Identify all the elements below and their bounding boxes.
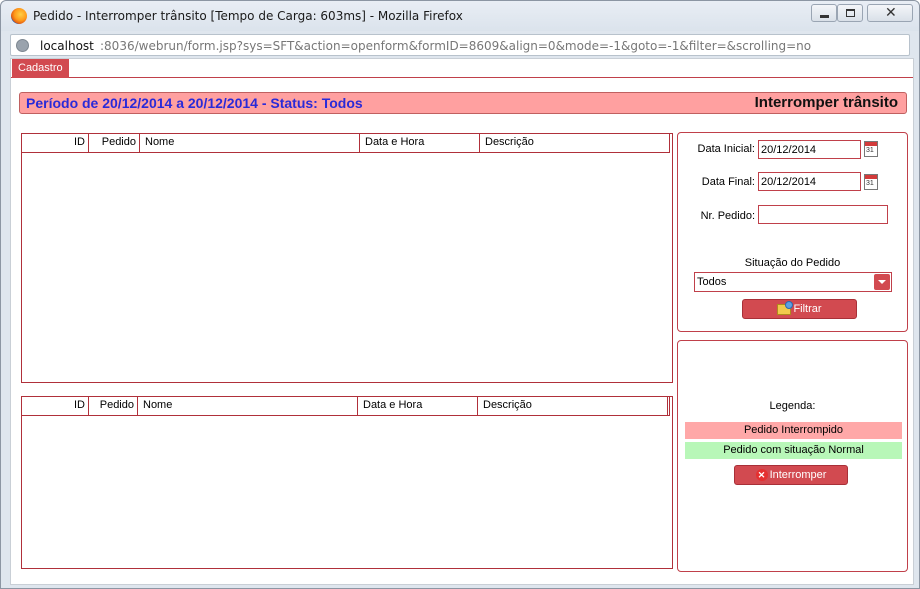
calendar-icon[interactable]: 31 bbox=[864, 174, 878, 190]
situacao-selected-value: Todos bbox=[697, 276, 727, 288]
minimize-button[interactable] bbox=[811, 4, 837, 22]
grid-header: ID Pedido Nome Data e Hora Descrição bbox=[22, 397, 670, 416]
close-icon: ✕ bbox=[885, 5, 897, 21]
close-button[interactable]: ✕ bbox=[867, 4, 913, 22]
column-nome[interactable]: Nome bbox=[138, 397, 358, 415]
interromper-label: Interromper bbox=[769, 469, 827, 481]
column-pedido[interactable]: Pedido bbox=[89, 134, 140, 152]
title-bar: Pedido - Interromper trânsito [Tempo de … bbox=[1, 1, 919, 31]
orders-grid-top[interactable]: ID Pedido Nome Data e Hora Descrição bbox=[21, 133, 673, 383]
column-nome[interactable]: Nome bbox=[140, 134, 360, 152]
column-data-hora[interactable]: Data e Hora bbox=[358, 397, 478, 415]
url-host: localhost bbox=[40, 39, 94, 53]
situacao-select[interactable]: Todos bbox=[694, 272, 892, 292]
period-status-text: Período de 20/12/2014 a 20/12/2014 - Sta… bbox=[26, 95, 363, 111]
column-id[interactable]: ID bbox=[22, 134, 89, 152]
column-descricao[interactable]: Descrição bbox=[480, 134, 670, 152]
orders-grid-bottom[interactable]: ID Pedido Nome Data e Hora Descrição bbox=[21, 396, 673, 569]
data-final-field[interactable] bbox=[758, 172, 861, 191]
column-descricao[interactable]: Descrição bbox=[478, 397, 668, 415]
interromper-button[interactable]: ✕ Interromper bbox=[734, 465, 848, 485]
legend-interrompido: Pedido Interrompido bbox=[685, 422, 902, 439]
data-inicial-label: Data Inicial: bbox=[697, 143, 755, 155]
filter-panel: Data Inicial: 31 Data Final: 31 Nr. Pedi… bbox=[677, 132, 908, 332]
legend-normal: Pedido com situação Normal bbox=[685, 442, 902, 459]
column-data-hora[interactable]: Data e Hora bbox=[360, 134, 480, 152]
legend-title: Legenda: bbox=[769, 400, 816, 412]
legend-panel: Legenda: Pedido Interrompido Pedido com … bbox=[677, 340, 908, 572]
minimize-icon bbox=[820, 15, 829, 18]
grid-header: ID Pedido Nome Data e Hora Descrição bbox=[22, 134, 670, 153]
tab-strip: Cadastro bbox=[11, 59, 913, 78]
url-path: :8036/webrun/form.jsp?sys=SFT&action=ope… bbox=[100, 39, 812, 53]
firefox-icon bbox=[11, 8, 27, 24]
page-title: Interromper trânsito bbox=[754, 94, 898, 111]
calendar-icon[interactable]: 31 bbox=[864, 141, 878, 157]
maximize-button[interactable] bbox=[837, 4, 863, 22]
nr-pedido-field[interactable] bbox=[758, 205, 888, 224]
address-bar[interactable]: localhost :8036/webrun/form.jsp?sys=SFT&… bbox=[10, 34, 910, 56]
data-final-label: Data Final: bbox=[701, 176, 755, 188]
chevron-down-icon[interactable] bbox=[874, 274, 890, 290]
folder-search-icon bbox=[777, 300, 794, 315]
x-circle-icon: ✕ bbox=[755, 469, 768, 482]
window-title: Pedido - Interromper trânsito [Tempo de … bbox=[33, 9, 463, 23]
filtrar-button[interactable]: Filtrar bbox=[742, 299, 857, 319]
maximize-icon bbox=[846, 9, 855, 17]
filtrar-label: Filtrar bbox=[793, 303, 822, 315]
data-inicial-field[interactable] bbox=[758, 140, 861, 159]
page-content: Cadastro Período de 20/12/2014 a 20/12/2… bbox=[10, 58, 914, 585]
globe-icon bbox=[16, 39, 29, 52]
tab-cadastro[interactable]: Cadastro bbox=[12, 59, 69, 78]
header-bar: Período de 20/12/2014 a 20/12/2014 - Sta… bbox=[19, 92, 907, 114]
nr-pedido-label: Nr. Pedido: bbox=[700, 210, 755, 222]
column-pedido[interactable]: Pedido bbox=[89, 397, 138, 415]
browser-window: Pedido - Interromper trânsito [Tempo de … bbox=[0, 0, 920, 589]
situacao-label: Situação do Pedido bbox=[744, 257, 841, 269]
column-id[interactable]: ID bbox=[22, 397, 89, 415]
